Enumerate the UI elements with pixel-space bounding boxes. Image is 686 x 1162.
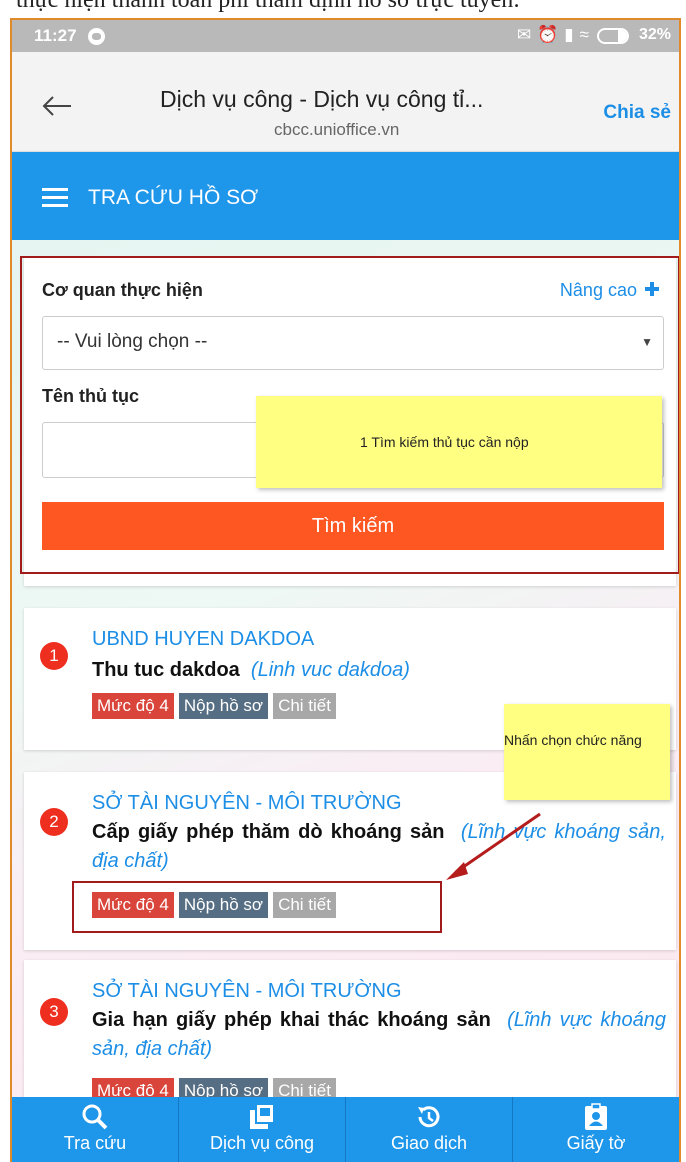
actions-highlight	[72, 881, 442, 933]
procedure-name: Thu tuc dakdoa	[92, 659, 240, 681]
documents-icon	[250, 1103, 275, 1129]
status-bar: 11:27 ✉⏰▮≈ 32%	[12, 20, 679, 52]
share-button[interactable]: Chia sẻ	[603, 102, 671, 124]
search-icon	[82, 1104, 108, 1130]
status-time: 11:27	[34, 26, 77, 45]
nav-label: Dịch vụ công	[209, 1133, 315, 1153]
procedure-agency: SỞ TÀI NGUYÊN - MÔI TRƯỜNG	[92, 792, 402, 814]
pointer-arrow-icon	[446, 812, 541, 880]
page-url: cbcc.unioffice.vn	[274, 120, 400, 139]
level-badge: Mức độ 4	[92, 693, 174, 719]
cropped-caption: thực hiện thanh toán phí thẩm định hồ sơ…	[0, 0, 686, 18]
procedure-card[interactable]: 3 SỞ TÀI NGUYÊN - MÔI TRƯỜNG Gia hạn giấ…	[24, 960, 676, 1110]
procedure-agency: UBND HUYEN DAKDOA	[92, 628, 315, 650]
procedure-agency: SỞ TÀI NGUYÊN - MÔI TRƯỜNG	[92, 980, 402, 1002]
browser-toolbar: Dịch vụ công - Dịch vụ công tỉ... cbcc.u…	[12, 52, 679, 152]
battery-level	[618, 30, 627, 42]
procedure-title: Gia hạn giấy phép khai thác khoáng sản (…	[92, 1006, 666, 1064]
battery-percent: 32%	[638, 26, 671, 43]
nav-label: Giao dịch	[390, 1133, 468, 1153]
bottom-nav: Tra cứu Dịch vụ công Giao dịch Giấy tờ	[12, 1097, 679, 1162]
search-note: 1 Tìm kiếm thủ tục cần nộp	[256, 396, 662, 488]
page-title: Dịch vụ công - Dịch vụ công tỉ...	[160, 86, 484, 112]
detail-button[interactable]: Chi tiết	[273, 693, 336, 719]
nav-public-services[interactable]: Dịch vụ công	[179, 1097, 346, 1162]
messenger-icon	[88, 28, 105, 45]
nav-label: Giấy tờ	[566, 1133, 626, 1153]
procedure-title: Cấp giấy phép thăm dò khoáng sản (Lĩnh v…	[92, 818, 666, 876]
content-area: Cơ quan thực hiện Nâng cao -- Vui lòng c…	[12, 240, 679, 1110]
caption-text: thực hiện thanh toán phí thẩm định hồ sơ…	[16, 0, 520, 13]
id-badge-icon	[585, 1103, 607, 1130]
procedure-number: 1	[40, 642, 68, 670]
battery-icon	[597, 28, 629, 44]
nav-documents[interactable]: Giấy tờ	[513, 1097, 679, 1162]
select-note: Nhấn chọn chức năng	[504, 704, 670, 800]
history-icon	[418, 1106, 440, 1128]
procedure-number: 3	[40, 998, 68, 1026]
search-note-text: 1 Tìm kiếm thủ tục cần nộp	[360, 434, 529, 450]
nav-label: Tra cứu	[63, 1133, 127, 1153]
procedure-name: Gia hạn giấy phép khai thác khoáng sản	[92, 1009, 491, 1031]
procedure-actions: Mức độ 4 Nộp hồ sơ Chi tiết	[92, 693, 336, 719]
nav-transactions[interactable]: Giao dịch	[346, 1097, 513, 1162]
status-icons: ✉⏰▮≈	[516, 25, 595, 44]
procedure-number: 2	[40, 808, 68, 836]
nav-search[interactable]: Tra cứu	[12, 1097, 179, 1162]
procedure-title: Thu tuc dakdoa (Linh vuc dakdoa)	[92, 656, 666, 685]
app-header: TRA CỨU HỒ SƠ	[12, 152, 679, 240]
back-arrow-icon[interactable]	[42, 96, 72, 116]
procedure-field: (Linh vuc dakdoa)	[250, 659, 410, 681]
submit-button[interactable]: Nộp hồ sơ	[178, 693, 269, 719]
header-title: TRA CỨU HỒ SƠ	[88, 186, 259, 209]
phone-screen: 11:27 ✉⏰▮≈ 32% Dịch vụ công - Dịch vụ cô…	[10, 18, 681, 1162]
procedure-name: Cấp giấy phép thăm dò khoáng sản	[92, 821, 445, 843]
menu-icon[interactable]	[42, 188, 68, 208]
select-note-text: Nhấn chọn chức năng	[504, 732, 642, 748]
